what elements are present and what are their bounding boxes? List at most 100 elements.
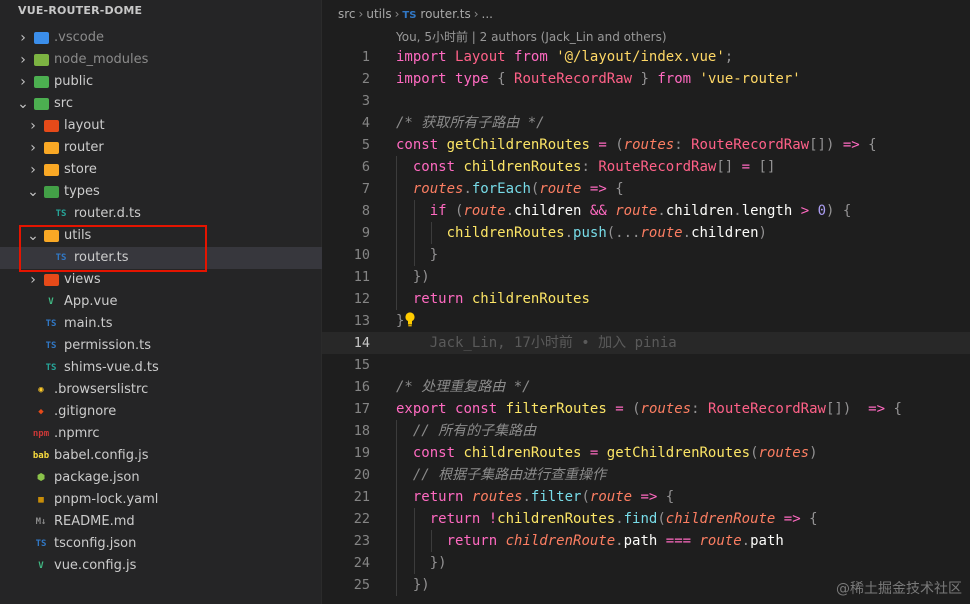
lightbulb-icon[interactable] xyxy=(404,312,416,327)
code-line[interactable]: 8 if (route.children && route.children.l… xyxy=(322,200,970,222)
tree-item-label: types xyxy=(64,184,100,199)
tree-item-gitignore[interactable]: ◆ .gitignore xyxy=(0,401,322,423)
tree-item-store[interactable]: › store xyxy=(0,159,322,181)
code-line[interactable]: 17 export const filterRoutes = (routes: R… xyxy=(322,398,970,420)
code-line[interactable]: 14 Jack_Lin, 17小时前 • 加入 pinia xyxy=(322,332,970,354)
code-token: : xyxy=(674,137,683,153)
chevron-right-icon[interactable]: › xyxy=(16,27,30,49)
code-line[interactable]: 20 // 根据子集路由进行查重操作 xyxy=(322,464,970,486)
tree-item-browserslistrc[interactable]: ◉ .browserslistrc xyxy=(0,379,322,401)
tree-item-label: babel.config.js xyxy=(54,448,149,463)
tree-item-types[interactable]: ⌄ types xyxy=(0,181,322,203)
code-token: from xyxy=(657,71,692,87)
tree-item-app-vue[interactable]: V App.vue xyxy=(0,291,322,313)
line-number: 5 xyxy=(361,137,370,153)
tree-item-label: README.md xyxy=(54,514,135,529)
tree-item-src[interactable]: ⌄ src xyxy=(0,93,322,115)
breadcrumb-item-file[interactable]: router.ts xyxy=(420,7,470,21)
code-line[interactable]: 24 }) xyxy=(322,552,970,574)
codelens-blame-header[interactable]: You, 5小时前 | 2 authors (Jack_Lin and othe… xyxy=(396,28,667,46)
chevron-down-icon[interactable]: ⌄ xyxy=(16,93,30,115)
chevron-right-icon[interactable]: › xyxy=(16,71,30,93)
chevron-right-icon[interactable]: › xyxy=(16,49,30,71)
code-token: childrenRoutes xyxy=(497,511,616,527)
line-number: 12 xyxy=(353,291,370,307)
tree-item-node-modules[interactable]: › node_modules xyxy=(0,49,322,71)
code-line[interactable]: 11 }) xyxy=(322,266,970,288)
code-editor[interactable]: src › utils › TS router.ts ›... You, 5小时前 | 2 … xyxy=(322,0,970,604)
code-token: routes xyxy=(623,137,675,153)
tree-item-readme-md[interactable]: M↓ README.md xyxy=(0,511,322,533)
code-token: route xyxy=(615,203,658,219)
code-text: import type { RouteRecordRaw } from 'vue… xyxy=(396,68,801,90)
code-line[interactable]: 18 // 所有的子集路由 xyxy=(322,420,970,442)
code-line[interactable]: 16 /* 处理重复路由 */ xyxy=(322,376,970,398)
chevron-right-icon[interactable]: › xyxy=(26,159,40,181)
chevron-down-icon[interactable]: ⌄ xyxy=(26,225,40,247)
tree-item-package-json[interactable]: ⬢ package.json xyxy=(0,467,322,489)
code-token: : xyxy=(691,401,700,417)
chevron-down-icon[interactable]: ⌄ xyxy=(26,181,40,203)
breadcrumb-item-src[interactable]: src xyxy=(338,7,356,21)
code-line[interactable]: 7 routes.forEach(route => { xyxy=(322,178,970,200)
code-token: ! xyxy=(488,511,498,527)
tree-item-label: store xyxy=(64,162,97,177)
tree-item-permission-ts[interactable]: TS permission.ts xyxy=(0,335,322,357)
code-line[interactable]: 22 return !childrenRoutes.find(childrenR… xyxy=(322,508,970,530)
tree-item-main-ts[interactable]: TS main.ts xyxy=(0,313,322,335)
chevron-right-icon[interactable]: › xyxy=(26,137,40,159)
code-line[interactable]: 1 import Layout from '@/layout/index.vue'… xyxy=(322,46,970,68)
code-line[interactable]: 2 import type { RouteRecordRaw } from 'vu… xyxy=(322,68,970,90)
code-token: ) xyxy=(809,445,818,461)
chevron-right-icon[interactable]: › xyxy=(26,115,40,137)
tree-item-utils[interactable]: ⌄ utils xyxy=(0,225,322,247)
code-token: = xyxy=(615,401,624,417)
tree-item-babel-config-js[interactable]: bab babel.config.js xyxy=(0,445,322,467)
tree-item-pnpm-lock-yaml[interactable]: ▦ pnpm-lock.yaml xyxy=(0,489,322,511)
tree-item-views[interactable]: › views xyxy=(0,269,322,291)
tree-item-router-ts[interactable]: TS router.ts xyxy=(0,247,322,269)
code-token: 'vue-router' xyxy=(699,71,801,87)
tree-item-vue-config-js[interactable]: Vvue.config.js xyxy=(0,555,322,577)
chevron-right-icon[interactable]: › xyxy=(26,269,40,291)
code-token: childrenRoutes xyxy=(446,225,565,241)
typescript-icon: TS xyxy=(45,319,57,329)
tree-item-router-d-ts[interactable]: TS router.d.ts xyxy=(0,203,322,225)
tree-item-layout[interactable]: › layout xyxy=(0,115,322,137)
code-token: import xyxy=(396,71,447,87)
code-token: '@/layout/index.vue' xyxy=(556,49,725,65)
code-line[interactable]: 9 childrenRoutes.push(...route.children) xyxy=(322,222,970,244)
code-token: length xyxy=(741,203,793,219)
code-token: type xyxy=(455,71,489,87)
typescript-icon: TS xyxy=(45,341,57,351)
tree-item-tsconfig-json[interactable]: TS tsconfig.json xyxy=(0,533,322,555)
breadcrumb-item-symbols[interactable]: ... xyxy=(482,7,493,21)
tree-item-public[interactable]: › public xyxy=(0,71,322,93)
breadcrumb-item-utils[interactable]: utils xyxy=(366,7,391,21)
code-line[interactable]: 6 const childrenRoutes: RouteRecordRaw[]… xyxy=(322,156,970,178)
tree-item-vscode[interactable]: › .vscode xyxy=(0,27,322,49)
code-line[interactable]: 21 return routes.filter(route => { xyxy=(322,486,970,508)
code-line[interactable]: 4 /* 获取所有子路由 */ xyxy=(322,112,970,134)
code-line[interactable]: 15 xyxy=(322,354,970,376)
code-line[interactable]: 3 xyxy=(322,90,970,112)
tree-item-npmrc[interactable]: npm .npmrc xyxy=(0,423,322,445)
code-line[interactable]: 12 return childrenRoutes xyxy=(322,288,970,310)
code-token: ( xyxy=(581,489,590,505)
tree-item-router[interactable]: › router xyxy=(0,137,322,159)
code-token: RouteRecordRaw xyxy=(707,401,826,417)
code-line[interactable]: 19 const childrenRoutes = getChildrenRou… xyxy=(322,442,970,464)
line-number: 22 xyxy=(353,511,370,527)
code-line[interactable]: 13} xyxy=(322,310,970,332)
code-line[interactable]: 5 const getChildrenRoutes = (routes: Rout… xyxy=(322,134,970,156)
node-folder-icon xyxy=(34,54,49,66)
tree-item-label: .browserslistrc xyxy=(54,382,149,397)
code-line[interactable]: 10 } xyxy=(322,244,970,266)
code-line[interactable]: 23 return childrenRoute.path === route.p… xyxy=(322,530,970,552)
code-token: === xyxy=(665,533,692,549)
tree-item-shims-vue-d-ts[interactable]: TS shims-vue.d.ts xyxy=(0,357,322,379)
